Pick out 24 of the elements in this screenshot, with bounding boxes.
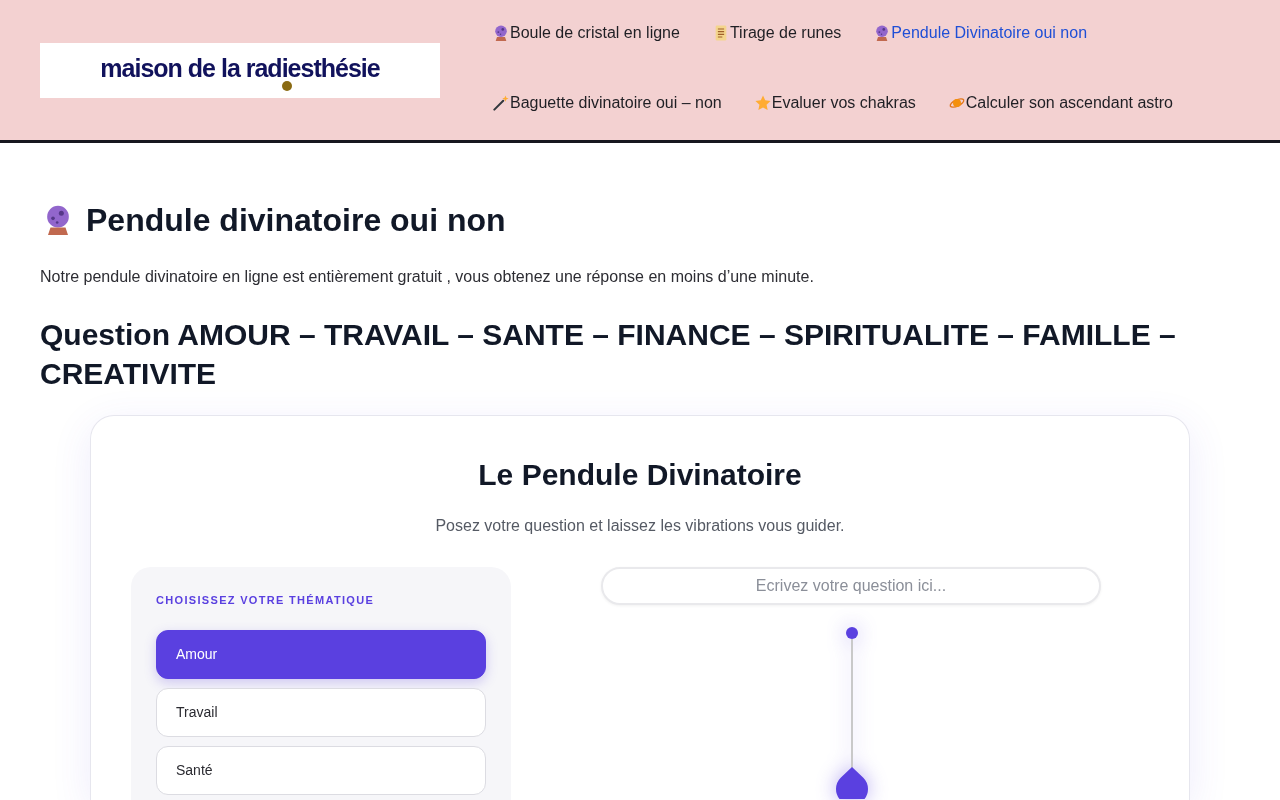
star-icon bbox=[754, 95, 771, 111]
theme-option[interactable]: Amour bbox=[156, 630, 486, 679]
widget-title: Le Pendule Divinatoire bbox=[478, 457, 802, 493]
nav-link[interactable]: Evaluer vos chakras bbox=[754, 91, 916, 115]
widget-subtitle: Posez votre question et laissez les vibrations vous guider. bbox=[435, 516, 845, 536]
nav-link[interactable]: Pendule Divinatoire oui non bbox=[874, 21, 1088, 45]
nav-link[interactable]: Baguette divinatoire oui – non bbox=[493, 91, 722, 115]
theme-option[interactable]: Travail bbox=[156, 688, 486, 737]
nav-link[interactable]: Boule de cristal en ligne bbox=[493, 21, 680, 45]
nav-link[interactable]: Calculer son ascendant astro bbox=[948, 91, 1173, 115]
planet-icon bbox=[948, 95, 965, 111]
crystal-ball-icon bbox=[874, 25, 891, 41]
section-heading: Question AMOUR – TRAVAIL – SANTE – FINANCE – SPIRITUALITE – FAMILLE – CREATIVITE bbox=[40, 317, 1177, 392]
question-input[interactable]: Ecrivez votre question ici... bbox=[601, 567, 1101, 605]
page-title: Pendule divinatoire oui non bbox=[86, 201, 506, 240]
pendulum-icon bbox=[282, 81, 292, 91]
intro-text: Notre pendule divinatoire en ligne est entièrement gratuit , vous obtenez une réponse en moins d’une minute. bbox=[40, 267, 815, 287]
crystal-ball-icon bbox=[493, 25, 509, 41]
theme-option[interactable]: Santé bbox=[156, 746, 486, 795]
magic-wand-icon bbox=[493, 95, 509, 111]
nav-link[interactable]: Tirage de runes bbox=[712, 21, 842, 45]
logo[interactable]: maison de la radiesthésie bbox=[40, 43, 440, 98]
logo-text: maison de la radiesthésie bbox=[100, 55, 380, 81]
theme-label: CHOISISSEZ VOTRE THÉMATIQUE bbox=[156, 593, 376, 608]
